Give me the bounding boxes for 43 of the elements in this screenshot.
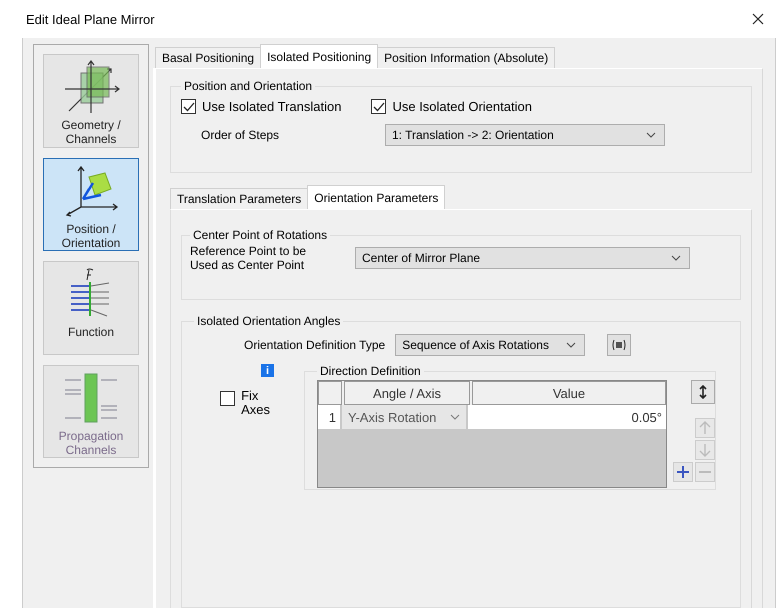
arrow-down-icon xyxy=(699,443,711,457)
matrix-button[interactable] xyxy=(607,334,632,356)
up-down-arrow-icon xyxy=(698,385,708,399)
tab[interactable]: Isolated Positioning xyxy=(260,44,378,68)
chevron-down-icon xyxy=(671,255,681,261)
checkbox[interactable]: Use Isolated Translation xyxy=(181,99,342,114)
plus-icon xyxy=(677,466,689,478)
checkmark-icon xyxy=(372,102,385,112)
value-cell[interactable]: 0.05° xyxy=(468,405,666,429)
field-label: Orientation Definition Type xyxy=(244,338,386,352)
group-title: Position and Orientation xyxy=(183,79,314,93)
column-header: Value xyxy=(472,381,666,405)
field-label: Reference Point to be Used as Center Point xyxy=(190,244,308,272)
arrow-up-icon xyxy=(699,421,711,435)
chevron-down-icon xyxy=(450,414,460,420)
column-header: Angle / Axis xyxy=(344,381,470,405)
dropdown[interactable]: 1: Translation -> 2: Orientation xyxy=(385,124,665,146)
tab[interactable]: Position Information (Absolute) xyxy=(377,47,556,68)
field-label: Order of Steps xyxy=(201,128,280,142)
sidebar-item[interactable]: Function xyxy=(43,261,139,354)
chevron-down-icon xyxy=(566,342,576,348)
sidebar-item[interactable]: Position / Orientation xyxy=(43,158,139,251)
dropdown[interactable]: Y-Axis Rotation xyxy=(342,405,466,429)
add-button[interactable] xyxy=(673,462,693,482)
checkbox[interactable]: Use Isolated Orientation xyxy=(371,99,532,114)
checkbox[interactable]: Fix Axes xyxy=(220,391,270,417)
close-icon[interactable] xyxy=(752,13,764,25)
chevron-down-icon xyxy=(646,132,656,138)
group-title: Center Point of Rotations xyxy=(192,228,328,242)
dropdown[interactable]: Center of Mirror Plane xyxy=(355,247,690,269)
group-title: Direction Definition xyxy=(319,364,422,378)
window-title: Edit Ideal Plane Mirror xyxy=(26,12,155,26)
tab[interactable]: Basal Positioning xyxy=(155,47,262,68)
group-title: Isolated Orientation Angles xyxy=(196,314,342,328)
info-icon[interactable]: i xyxy=(261,364,274,377)
swap-button[interactable] xyxy=(691,380,715,404)
tab[interactable]: Orientation Parameters xyxy=(307,185,446,209)
sidebar-item[interactable]: Geometry / Channels xyxy=(43,54,139,148)
row-number: 1 xyxy=(318,405,340,429)
tab[interactable]: Translation Parameters xyxy=(170,188,308,209)
dropdown[interactable]: Sequence of Axis Rotations xyxy=(395,334,586,356)
checkmark-icon xyxy=(182,102,194,112)
matrix-icon xyxy=(611,339,628,351)
